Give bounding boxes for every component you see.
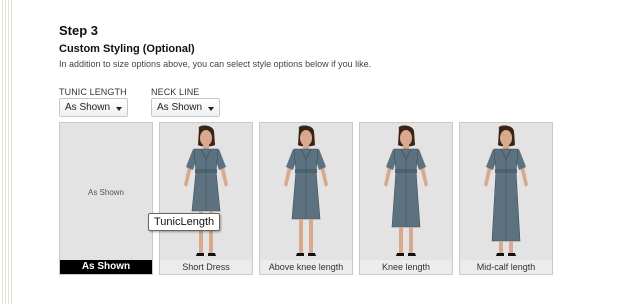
- tunic-length-select[interactable]: As Shown: [59, 98, 128, 117]
- left-border-decoration: [0, 0, 14, 304]
- option-placeholder-text: As Shown: [87, 188, 125, 197]
- neck-line-value: As Shown: [157, 102, 203, 113]
- option-caption: Knee length: [360, 260, 452, 274]
- chevron-down-icon: [116, 107, 122, 111]
- neck-line-label: NECK LINE: [151, 87, 200, 97]
- option-caption: As Shown: [60, 260, 152, 274]
- tooltip: TunicLength: [148, 213, 221, 231]
- option-mid-calf-length[interactable]: Mid-calf length: [459, 122, 553, 275]
- section-description: In addition to size options above, you c…: [59, 59, 372, 69]
- option-knee-length[interactable]: Knee length: [359, 122, 453, 275]
- dress-above-knee-image: [284, 125, 328, 256]
- section-title: Custom Styling (Optional): [59, 43, 195, 55]
- option-caption: Short Dress: [160, 260, 252, 274]
- option-above-knee-length[interactable]: Above knee length: [259, 122, 353, 275]
- custom-styling-panel: Step 3 Custom Styling (Optional) In addi…: [42, 0, 640, 304]
- option-caption: Above knee length: [260, 260, 352, 274]
- chevron-down-icon: [208, 107, 214, 111]
- tunic-length-value: As Shown: [65, 102, 111, 113]
- neck-line-select[interactable]: As Shown: [151, 98, 220, 117]
- option-caption: Mid-calf length: [460, 260, 552, 274]
- option-as-shown[interactable]: As Shown As Shown: [59, 122, 153, 275]
- tunic-length-label: TUNIC LENGTH: [59, 87, 127, 97]
- dress-short-image: [184, 125, 228, 256]
- dress-knee-length-image: [384, 125, 428, 256]
- step-title: Step 3: [59, 23, 99, 38]
- option-short-dress[interactable]: Short Dress: [159, 122, 253, 275]
- dress-mid-calf-image: [484, 125, 528, 256]
